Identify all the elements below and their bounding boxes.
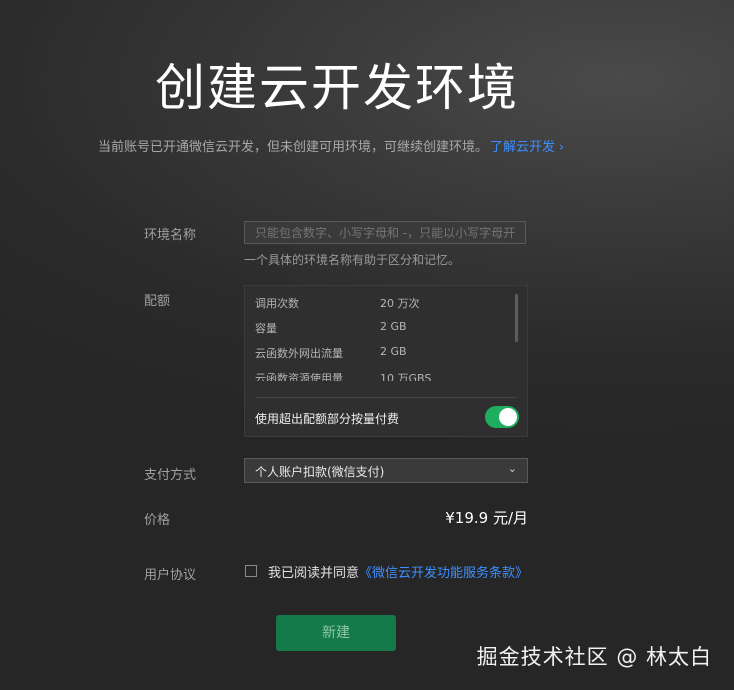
agreement-checkbox[interactable] bbox=[245, 565, 257, 577]
quota-item-name: 云函数外网出流量 bbox=[255, 347, 343, 360]
terms-link[interactable]: 《微信云开发功能服务条款》 bbox=[359, 566, 528, 581]
overage-toggle[interactable] bbox=[485, 406, 519, 428]
env-name-input[interactable] bbox=[244, 221, 526, 244]
quota-item-name: 云函数资源使用量 bbox=[255, 372, 343, 381]
quota-divider bbox=[255, 397, 517, 398]
agreement-prefix: 我已阅读并同意 bbox=[268, 566, 360, 581]
page-subtitle: 当前账号已开通微信云开发，但未创建可用环境，可继续创建环境。 了解云开发 › bbox=[98, 136, 564, 155]
quota-item-value: 2 GB bbox=[380, 320, 407, 333]
subtitle-text: 当前账号已开通微信云开发，但未创建可用环境，可继续创建环境。 bbox=[98, 140, 489, 155]
quota-panel: 调用次数 20 万次 容量 2 GB 云函数外网出流量 2 GB 云函数资源使用… bbox=[244, 285, 528, 437]
payment-selected-value: 个人账户扣款(微信支付) bbox=[255, 465, 385, 479]
quota-item-name: 调用次数 bbox=[255, 297, 299, 310]
toggle-knob bbox=[499, 408, 517, 426]
quota-list[interactable]: 调用次数 20 万次 容量 2 GB 云函数外网出流量 2 GB 云函数资源使用… bbox=[245, 286, 517, 381]
create-button[interactable]: 新建 bbox=[276, 615, 396, 651]
quota-item-value: 10 万GBS bbox=[380, 372, 432, 381]
learn-cloud-dev-link[interactable]: 了解云开发 bbox=[490, 140, 555, 155]
quota-item-value: 2 GB bbox=[380, 345, 407, 358]
page-title: 创建云开发环境 bbox=[155, 59, 519, 117]
watermark: 掘金技术社区 @ 林太白 bbox=[476, 645, 712, 669]
chevron-down-icon: ⌄ bbox=[507, 462, 517, 475]
price-value: ¥19.9 元/月 bbox=[445, 509, 528, 527]
env-name-label: 环境名称 bbox=[144, 228, 197, 243]
payment-method-select[interactable]: 个人账户扣款(微信支付) ⌄ bbox=[244, 458, 528, 483]
overage-toggle-label: 使用超出配额部分按量付费 bbox=[255, 412, 400, 426]
quota-item-name: 容量 bbox=[255, 322, 277, 335]
env-name-hint: 一个具体的环境名称有助于区分和记忆。 bbox=[244, 253, 461, 267]
quota-item-value: 20 万次 bbox=[380, 297, 420, 310]
chevron-right-icon[interactable]: › bbox=[559, 140, 564, 154]
quota-label: 配额 bbox=[144, 294, 171, 309]
payment-label: 支付方式 bbox=[144, 468, 197, 483]
price-label: 价格 bbox=[144, 513, 171, 528]
quota-scrollbar[interactable] bbox=[515, 294, 518, 342]
agreement-label: 用户协议 bbox=[144, 568, 197, 583]
agreement-text: 我已阅读并同意《微信云开发功能服务条款》 bbox=[268, 562, 528, 581]
